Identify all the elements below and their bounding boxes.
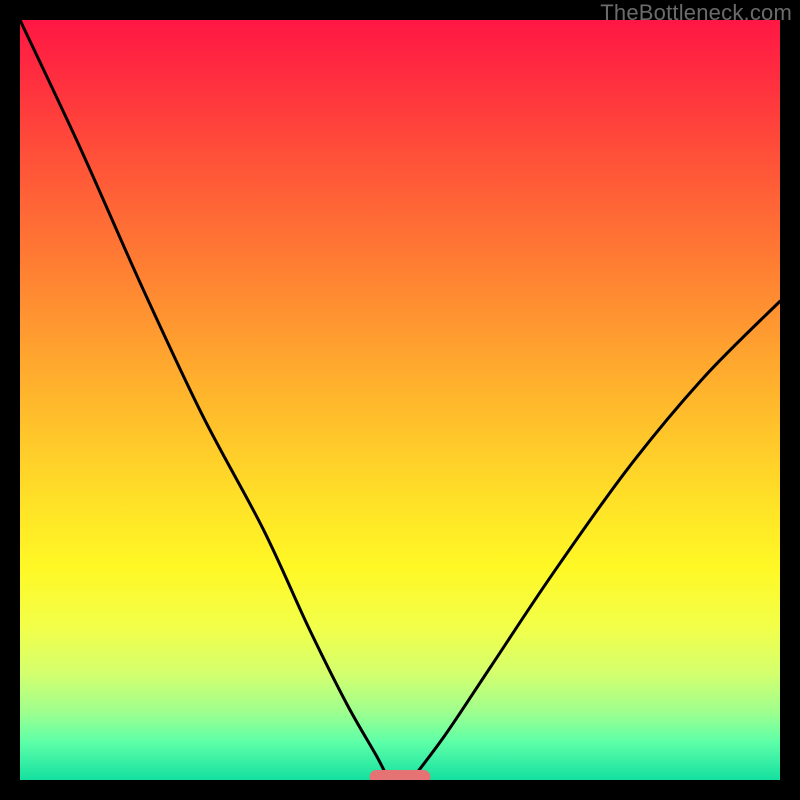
chart-plot-area (20, 20, 780, 780)
left-curve-line (20, 20, 389, 780)
right-curve-line (411, 301, 780, 780)
minimum-marker (370, 770, 431, 780)
chart-svg (20, 20, 780, 780)
watermark-text: TheBottleneck.com (600, 0, 792, 26)
